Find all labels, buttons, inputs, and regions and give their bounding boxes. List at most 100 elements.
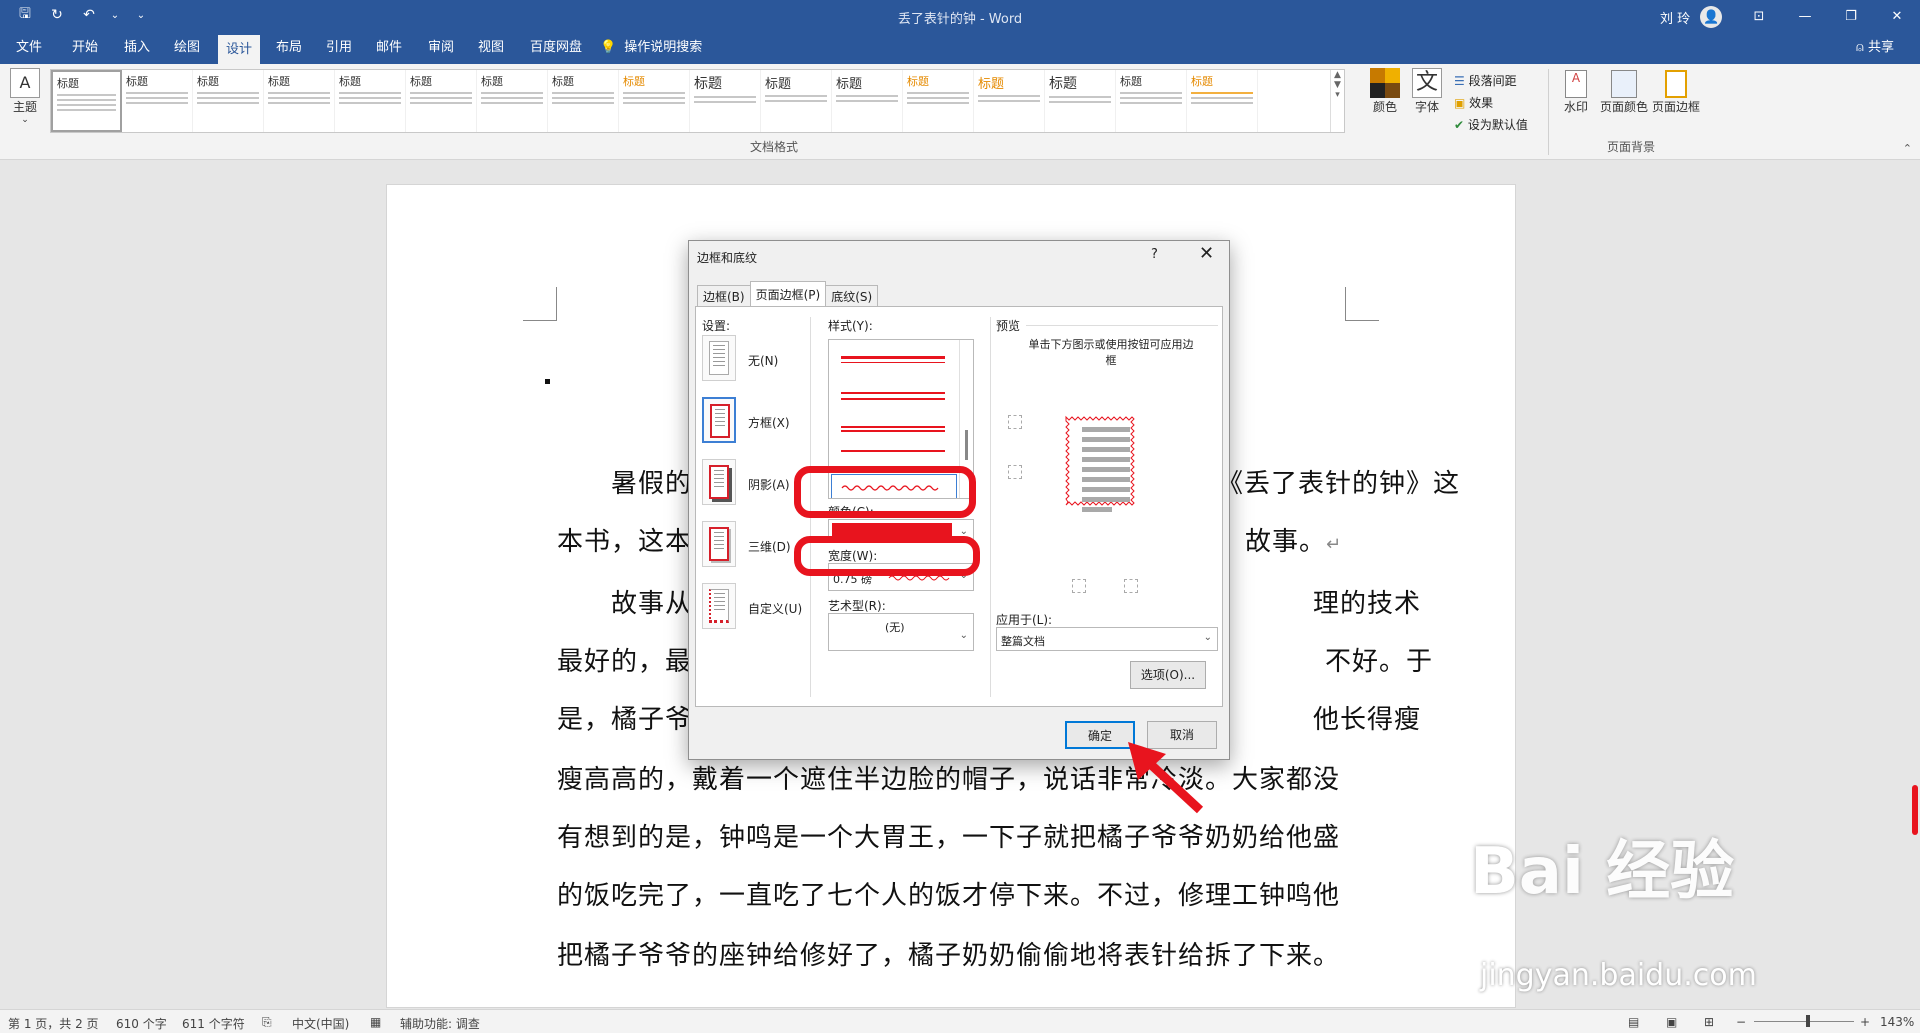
- tab-borders[interactable]: 边框(B): [697, 285, 751, 307]
- ribbon-display-options-icon[interactable]: ⊡: [1736, 0, 1782, 32]
- avatar[interactable]: 👤: [1700, 6, 1723, 28]
- web-layout-icon[interactable]: ⊞: [1704, 1015, 1714, 1029]
- page-color-button[interactable]: 页面颜色: [1600, 70, 1648, 115]
- macro-icon[interactable]: ▦: [370, 1015, 381, 1029]
- minimize-button[interactable]: —: [1782, 0, 1828, 32]
- style-set-item[interactable]: 标题: [122, 70, 193, 132]
- dialog-close-button[interactable]: ✕: [1199, 243, 1214, 264]
- top-border-toggle-icon[interactable]: [1008, 415, 1022, 429]
- watermark-label: 水印: [1564, 100, 1589, 114]
- zoom-slider[interactable]: [1754, 1021, 1854, 1022]
- zoom-level[interactable]: 143%: [1880, 1015, 1914, 1029]
- more-icon[interactable]: ▾: [1335, 90, 1340, 100]
- style-set-item[interactable]: 标题: [548, 70, 619, 132]
- tab-baidu-netdisk[interactable]: 百度网盘: [522, 32, 590, 64]
- share-button[interactable]: ⍝ 共享: [1856, 32, 1894, 64]
- effects-button[interactable]: ▣ 效果: [1454, 92, 1528, 114]
- style-set-item[interactable]: 标题: [335, 70, 406, 132]
- art-dropdown[interactable]: (无) ⌄: [828, 613, 974, 651]
- print-layout-icon[interactable]: ▣: [1666, 1015, 1677, 1029]
- read-mode-icon[interactable]: ▤: [1628, 1015, 1639, 1029]
- tab-insert[interactable]: 插入: [116, 32, 158, 64]
- accessibility-status[interactable]: 辅助功能: 调查: [400, 1015, 480, 1032]
- left-border-toggle-icon[interactable]: [1072, 579, 1086, 593]
- style-option[interactable]: [841, 362, 945, 363]
- vertical-scrollbar-thumb[interactable]: [1912, 785, 1918, 835]
- watermark-button[interactable]: A 水印: [1564, 70, 1588, 115]
- chevron-up-icon[interactable]: ▲: [1334, 70, 1341, 80]
- tab-view[interactable]: 视图: [470, 32, 512, 64]
- annotation-circle-style: [794, 466, 976, 518]
- preview-text-line: [1082, 507, 1112, 512]
- style-set-item[interactable]: 标题: [1187, 70, 1258, 132]
- setting-shadow-label: 阴影(A): [748, 478, 790, 492]
- style-set-item[interactable]: 标题: [406, 70, 477, 132]
- right-border-toggle-icon[interactable]: [1124, 579, 1138, 593]
- restore-button[interactable]: ❐: [1828, 0, 1874, 32]
- set-as-default-label: 设为默认值: [1467, 118, 1528, 132]
- page-borders-button[interactable]: 页面边框: [1652, 70, 1700, 115]
- user-account[interactable]: 刘 玲 👤: [1660, 6, 1723, 28]
- tab-file[interactable]: 文件: [8, 32, 50, 64]
- style-option[interactable]: [841, 398, 945, 400]
- style-set-item[interactable]: 标题: [1116, 70, 1187, 132]
- style-set-item[interactable]: 标题: [761, 70, 832, 132]
- setting-custom-button[interactable]: [702, 583, 736, 629]
- style-set-gallery[interactable]: 标题 标题 标题 标题 标题 标题 标题 标题 标题 标题 标题 标题 标题 标…: [50, 69, 1345, 133]
- themes-button[interactable]: A 主题 ⌄: [10, 68, 40, 125]
- tell-me-search[interactable]: 💡 操作说明搜索: [600, 32, 702, 64]
- style-set-item[interactable]: 标题: [477, 70, 548, 132]
- style-set-item[interactable]: 标题: [832, 70, 903, 132]
- collapse-ribbon-icon[interactable]: ⌃: [1903, 142, 1912, 155]
- style-set-item[interactable]: 标题: [264, 70, 335, 132]
- tab-mailings[interactable]: 邮件: [368, 32, 410, 64]
- language[interactable]: 中文(中国): [292, 1015, 349, 1032]
- zoom-in-icon[interactable]: +: [1860, 1015, 1870, 1029]
- page-count[interactable]: 第 1 页，共 2 页: [8, 1015, 99, 1032]
- chevron-down-icon[interactable]: ▼: [1334, 80, 1341, 90]
- scrollbar-thumb[interactable]: [965, 430, 968, 460]
- tab-shading[interactable]: 底纹(S): [825, 285, 879, 307]
- help-button[interactable]: ?: [1151, 247, 1158, 262]
- gallery-scroll[interactable]: ▲ ▼ ▾: [1330, 70, 1344, 132]
- zoom-slider-thumb[interactable]: [1806, 1015, 1810, 1027]
- tab-draw[interactable]: 绘图: [166, 32, 208, 64]
- close-window-button[interactable]: ✕: [1874, 0, 1920, 32]
- setting-3d-button[interactable]: [702, 521, 736, 567]
- paragraph-spacing-button[interactable]: ☰ 段落间距: [1454, 70, 1528, 92]
- style-set-item[interactable]: 标题: [1045, 70, 1116, 132]
- tab-page-border[interactable]: 页面边框(P): [749, 281, 827, 307]
- style-set-item[interactable]: 标题: [974, 70, 1045, 132]
- zoom-out-icon[interactable]: −: [1736, 1015, 1746, 1029]
- style-option[interactable]: [841, 356, 945, 359]
- style-set-item[interactable]: 标题: [690, 70, 761, 132]
- tab-home[interactable]: 开始: [64, 32, 106, 64]
- bottom-border-toggle-icon[interactable]: [1008, 465, 1022, 479]
- setting-box-button[interactable]: [702, 397, 736, 443]
- preview-text-line: [1082, 477, 1130, 482]
- style-set-item[interactable]: 标题: [619, 70, 690, 132]
- setting-none-button[interactable]: [702, 335, 736, 381]
- style-option[interactable]: [841, 426, 945, 428]
- set-as-default-button[interactable]: ✔ 设为默认值: [1454, 114, 1528, 136]
- tab-review[interactable]: 审阅: [420, 32, 462, 64]
- preview-page[interactable]: [1046, 397, 1154, 551]
- style-option[interactable]: [841, 450, 945, 452]
- style-set-item[interactable]: 标题: [51, 70, 122, 132]
- text-line: 有想到的是，钟鸣是一个大胃王，一下子就把橘子爷爷奶奶给他盛: [557, 823, 1341, 853]
- char-count[interactable]: 611 个字符: [182, 1015, 245, 1032]
- style-set-item[interactable]: 标题: [903, 70, 974, 132]
- style-option[interactable]: [841, 392, 945, 394]
- colors-button[interactable]: 颜色: [1370, 68, 1400, 115]
- style-set-item[interactable]: 标题: [193, 70, 264, 132]
- style-option[interactable]: [841, 430, 945, 432]
- tab-layout[interactable]: 布局: [268, 32, 310, 64]
- fonts-button[interactable]: 文 字体: [1412, 68, 1442, 115]
- tab-design[interactable]: 设计: [218, 35, 261, 64]
- options-button[interactable]: 选项(O)...: [1130, 661, 1206, 689]
- proofing-icon[interactable]: ⎘: [262, 1015, 272, 1030]
- word-count[interactable]: 610 个字: [116, 1015, 167, 1032]
- tab-references[interactable]: 引用: [318, 32, 360, 64]
- setting-shadow-button[interactable]: [702, 459, 736, 505]
- apply-to-dropdown[interactable]: 整篇文档 ⌄: [996, 627, 1218, 651]
